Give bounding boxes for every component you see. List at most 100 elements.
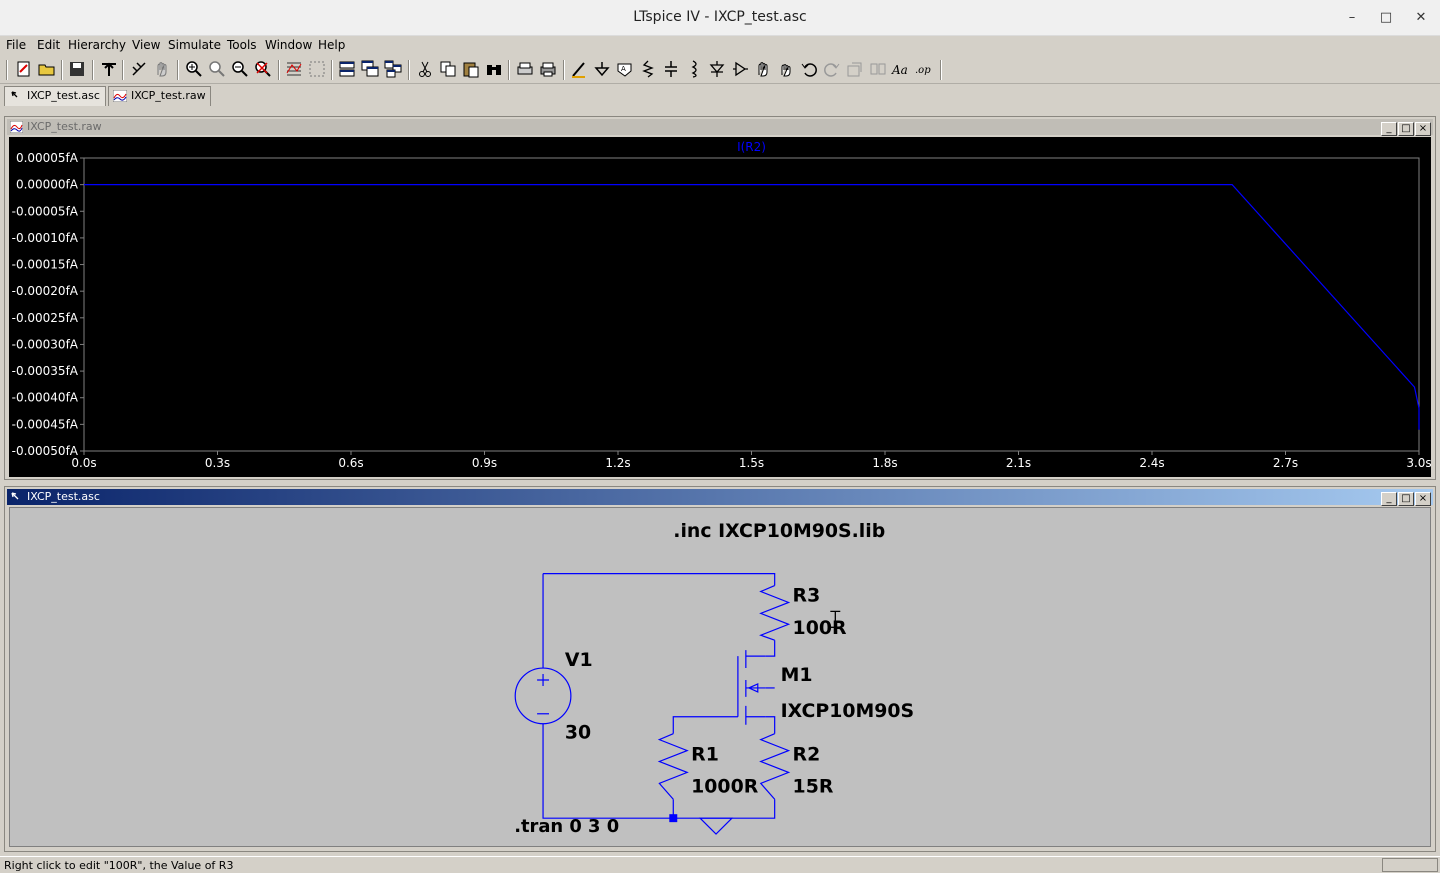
- control-panel-icon[interactable]: [99, 59, 119, 79]
- new-schematic-icon[interactable]: [14, 59, 34, 79]
- x-tick-label: 3.0s: [1406, 456, 1431, 470]
- ground-symbol[interactable]: [698, 817, 734, 835]
- menu-view[interactable]: View: [132, 38, 160, 52]
- menu-simulate[interactable]: Simulate: [168, 38, 221, 52]
- status-text: Right click to edit "100R", the Value of…: [4, 859, 234, 872]
- y-tick-label: 0.00000fA: [16, 178, 79, 192]
- voltage-source-v1[interactable]: [514, 667, 572, 725]
- redo-icon[interactable]: [822, 59, 842, 79]
- resistor-r1[interactable]: [657, 733, 689, 800]
- x-tick-label: 1.2s: [605, 456, 630, 470]
- m1-model[interactable]: IXCP10M90S: [781, 700, 915, 722]
- waveform-window-controls: _ □ ×: [1380, 120, 1431, 136]
- close-button[interactable]: ×: [1415, 492, 1431, 506]
- label-net-icon[interactable]: A: [615, 59, 635, 79]
- menu-tools[interactable]: Tools: [227, 38, 257, 52]
- trace-label[interactable]: I(R2): [737, 140, 766, 154]
- wire[interactable]: [672, 716, 738, 734]
- wire[interactable]: [765, 640, 776, 657]
- y-tick-label: -0.00005fA: [12, 204, 79, 218]
- y-tick-label: -0.00020fA: [12, 284, 79, 298]
- toolbar-separator: [508, 60, 510, 80]
- tile-horizontal-icon[interactable]: [337, 59, 357, 79]
- halt-icon[interactable]: [152, 59, 172, 79]
- grid-icon[interactable]: [307, 59, 327, 79]
- autorange-icon[interactable]: [284, 59, 304, 79]
- cascade-icon[interactable]: [360, 59, 380, 79]
- menu-hierarchy[interactable]: Hierarchy: [68, 38, 126, 52]
- inc-directive[interactable]: .inc IXCP10M90S.lib: [673, 520, 885, 542]
- restore-button[interactable]: □: [1398, 122, 1414, 136]
- resize-grip[interactable]: [1382, 858, 1438, 872]
- drag-icon[interactable]: [776, 59, 796, 79]
- x-tick-label: 2.4s: [1139, 456, 1164, 470]
- diode-icon[interactable]: [707, 59, 727, 79]
- find-icon[interactable]: [484, 59, 504, 79]
- copy-icon[interactable]: [438, 59, 458, 79]
- tab-schematic[interactable]: IXCP_test.asc: [4, 86, 106, 106]
- y-tick-label: -0.00040fA: [12, 391, 79, 405]
- menu-file[interactable]: File: [6, 38, 26, 52]
- r1-name[interactable]: R1: [691, 744, 719, 766]
- x-tick-label: 1.8s: [872, 456, 897, 470]
- v1-name[interactable]: V1: [565, 649, 593, 671]
- close-button[interactable]: ✕: [1411, 8, 1431, 28]
- r2-name[interactable]: R2: [793, 744, 821, 766]
- print-preview-icon[interactable]: [515, 59, 535, 79]
- rotate-icon[interactable]: [845, 59, 865, 79]
- resistor-r3[interactable]: [759, 584, 791, 641]
- tab-waveform[interactable]: IXCP_test.raw: [108, 86, 211, 106]
- schematic-icon: [11, 91, 18, 98]
- zoom-out-icon[interactable]: [230, 59, 250, 79]
- move-icon[interactable]: [753, 59, 773, 79]
- save-icon[interactable]: [67, 59, 87, 79]
- tile-vertical-icon[interactable]: [383, 59, 403, 79]
- v1-value[interactable]: 30: [565, 722, 591, 744]
- open-icon[interactable]: [37, 59, 57, 79]
- inductor-icon[interactable]: [684, 59, 704, 79]
- toolbar-separator: [408, 60, 410, 80]
- junction-dot: [669, 814, 678, 823]
- paste-icon[interactable]: [461, 59, 481, 79]
- maximize-button[interactable]: □: [1376, 8, 1396, 28]
- restore-button[interactable]: □: [1398, 492, 1414, 506]
- ground-icon[interactable]: [592, 59, 612, 79]
- r3-name[interactable]: R3: [793, 584, 821, 606]
- mirror-icon[interactable]: [868, 59, 888, 79]
- print-icon[interactable]: [538, 59, 558, 79]
- wire[interactable]: [543, 573, 776, 586]
- r2-value[interactable]: 15R: [793, 775, 834, 797]
- y-tick-label: -0.00015fA: [12, 258, 79, 272]
- zoom-pan-icon[interactable]: [207, 59, 227, 79]
- resistor-icon[interactable]: [638, 59, 658, 79]
- close-button[interactable]: ×: [1415, 122, 1431, 136]
- run-icon[interactable]: [129, 59, 149, 79]
- menu-edit[interactable]: Edit: [37, 38, 60, 52]
- resistor-r2[interactable]: [759, 733, 791, 800]
- zoom-in-icon[interactable]: [184, 59, 204, 79]
- m1-name[interactable]: M1: [781, 664, 813, 686]
- schematic-canvas[interactable]: .inc IXCP10M90S.lib .tran 0 3 0 V1 30 R3…: [9, 507, 1431, 847]
- wire[interactable]: [765, 716, 776, 734]
- r1-value[interactable]: 1000R: [691, 775, 759, 797]
- menu-help[interactable]: Help: [318, 38, 345, 52]
- minimize-button[interactable]: –: [1342, 8, 1362, 28]
- component-icon[interactable]: [730, 59, 750, 79]
- spice-directive-icon[interactable]: .op: [914, 59, 934, 79]
- zoom-fit-icon[interactable]: [253, 59, 273, 79]
- undo-icon[interactable]: [799, 59, 819, 79]
- wire-icon[interactable]: [569, 59, 589, 79]
- tran-directive[interactable]: .tran 0 3 0: [514, 816, 619, 837]
- waveform-plot[interactable]: 0.00005fA 0.00000fA -0.00005fA -0.00010fA -0…: [9, 137, 1431, 477]
- text-icon[interactable]: Aa: [891, 59, 911, 79]
- cut-icon[interactable]: [415, 59, 435, 79]
- y-tick-label: -0.00050fA: [12, 444, 79, 458]
- trace-line[interactable]: [84, 183, 1420, 430]
- menu-window[interactable]: Window: [265, 38, 312, 52]
- mosfet-m1[interactable]: [737, 650, 766, 725]
- minimize-button[interactable]: _: [1381, 492, 1397, 506]
- minimize-button[interactable]: _: [1381, 122, 1397, 136]
- capacitor-icon[interactable]: [661, 59, 681, 79]
- toolbar-separator: [177, 60, 179, 80]
- r3-value[interactable]: 100R: [793, 617, 847, 639]
